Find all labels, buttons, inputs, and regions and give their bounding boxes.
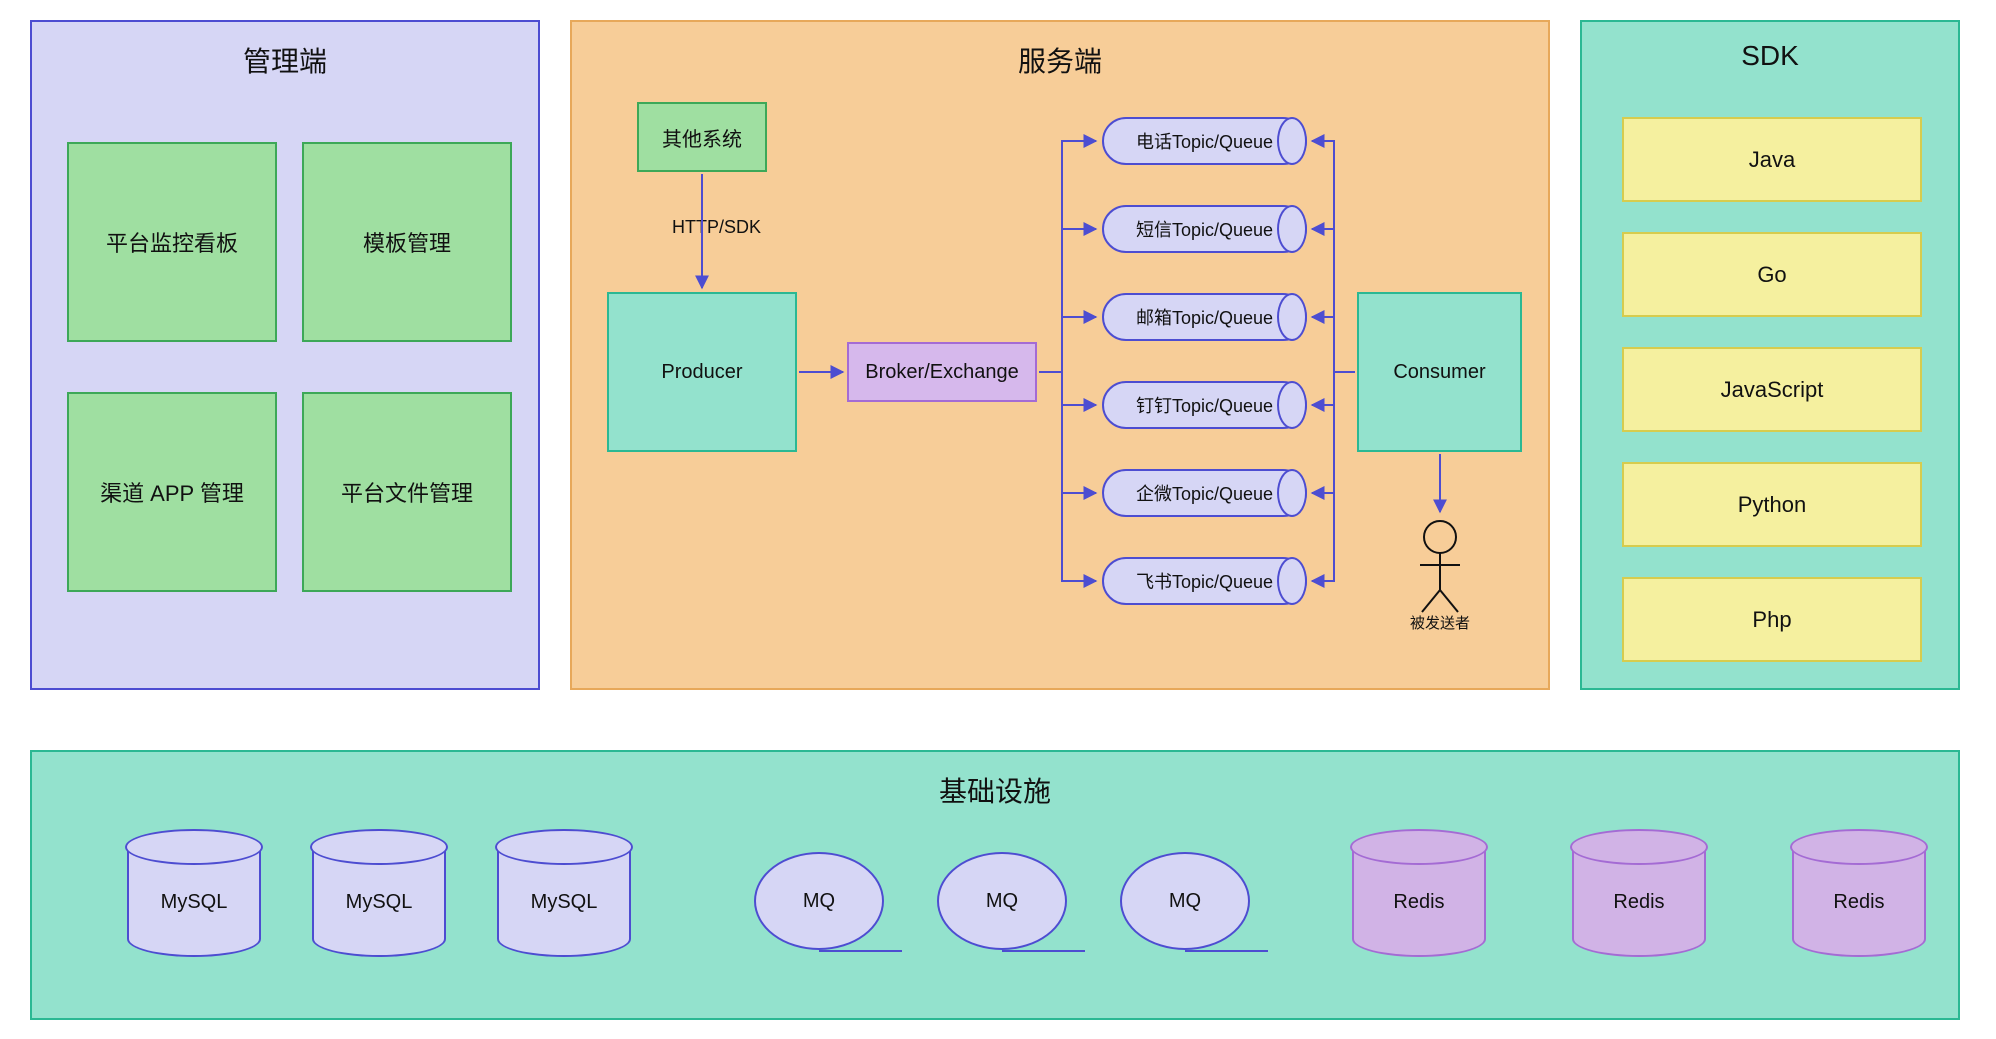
- sdk-item-label: Go: [1757, 262, 1786, 288]
- sdk-java: Java: [1622, 117, 1922, 202]
- redis-db-2: Redis: [1572, 847, 1706, 957]
- mgmt-box-label: 平台文件管理: [341, 476, 473, 508]
- topic-label: 飞书Topic/Queue: [1136, 568, 1273, 594]
- mq-label: MQ: [803, 890, 835, 913]
- infra-panel: 基础设施 MySQL MySQL MySQL MQ MQ MQ Redis Re…: [30, 750, 1960, 1020]
- mysql-db-3: MySQL: [497, 847, 631, 957]
- broker-box: Broker/Exchange: [847, 342, 1037, 402]
- sdk-item-label: Python: [1738, 492, 1807, 518]
- producer-label: Producer: [661, 361, 742, 384]
- mgmt-box-label: 模板管理: [363, 226, 451, 258]
- topic-label: 邮箱Topic/Queue: [1136, 304, 1273, 330]
- mysql-db-1: MySQL: [127, 847, 261, 957]
- other-system-label: 其他系统: [662, 123, 742, 152]
- topic-feishu: 飞书Topic/Queue: [1102, 557, 1307, 605]
- mq-1: MQ: [754, 852, 884, 950]
- topic-phone: 电话Topic/Queue: [1102, 117, 1307, 165]
- srv-title: 服务端: [572, 40, 1548, 80]
- mq-label: MQ: [1169, 890, 1201, 913]
- mgmt-box-channel-app: 渠道 APP 管理: [67, 392, 277, 592]
- http-sdk-label: HTTP/SDK: [672, 217, 761, 238]
- redis-label: Redis: [1833, 891, 1884, 914]
- sdk-go: Go: [1622, 232, 1922, 317]
- mgmt-panel: 管理端 平台监控看板 模板管理 渠道 APP 管理 平台文件管理: [30, 20, 540, 690]
- redis-label: Redis: [1393, 891, 1444, 914]
- consumer-box: Consumer: [1357, 292, 1522, 452]
- redis-db-3: Redis: [1792, 847, 1926, 957]
- mysql-label: MySQL: [161, 891, 228, 914]
- mq-2: MQ: [937, 852, 1067, 950]
- topic-dingtalk: 钉钉Topic/Queue: [1102, 381, 1307, 429]
- sdk-item-label: Php: [1752, 607, 1791, 633]
- broker-label: Broker/Exchange: [865, 361, 1018, 384]
- mgmt-title: 管理端: [32, 40, 538, 80]
- topic-label: 电话Topic/Queue: [1136, 128, 1273, 154]
- mysql-label: MySQL: [531, 891, 598, 914]
- sdk-panel: SDK Java Go JavaScript Python Php: [1580, 20, 1960, 690]
- infra-title: 基础设施: [32, 770, 1958, 810]
- redis-db-1: Redis: [1352, 847, 1486, 957]
- topic-sms: 短信Topic/Queue: [1102, 205, 1307, 253]
- topic-label: 企微Topic/Queue: [1136, 480, 1273, 506]
- sdk-php: Php: [1622, 577, 1922, 662]
- srv-panel: 服务端 其他系统 HTTP/SDK Producer Broker/Exchan…: [570, 20, 1550, 690]
- sdk-title: SDK: [1582, 40, 1958, 72]
- topic-label: 短信Topic/Queue: [1136, 216, 1273, 242]
- sendee-label: 被发送者: [1410, 612, 1470, 633]
- topic-email: 邮箱Topic/Queue: [1102, 293, 1307, 341]
- mq-label: MQ: [986, 890, 1018, 913]
- mgmt-box-label: 平台监控看板: [106, 226, 238, 258]
- consumer-label: Consumer: [1393, 361, 1485, 384]
- topic-label: 钉钉Topic/Queue: [1136, 392, 1273, 418]
- mysql-label: MySQL: [346, 891, 413, 914]
- redis-label: Redis: [1613, 891, 1664, 914]
- sdk-python: Python: [1622, 462, 1922, 547]
- producer-box: Producer: [607, 292, 797, 452]
- sdk-javascript: JavaScript: [1622, 347, 1922, 432]
- mq-3: MQ: [1120, 852, 1250, 950]
- mgmt-box-label: 渠道 APP 管理: [100, 476, 244, 508]
- sdk-item-label: JavaScript: [1721, 377, 1824, 403]
- mysql-db-2: MySQL: [312, 847, 446, 957]
- topic-wecom: 企微Topic/Queue: [1102, 469, 1307, 517]
- sdk-item-label: Java: [1749, 147, 1795, 173]
- other-system-box: 其他系统: [637, 102, 767, 172]
- mgmt-box-template: 模板管理: [302, 142, 512, 342]
- mgmt-box-file-mgmt: 平台文件管理: [302, 392, 512, 592]
- mgmt-box-dashboard: 平台监控看板: [67, 142, 277, 342]
